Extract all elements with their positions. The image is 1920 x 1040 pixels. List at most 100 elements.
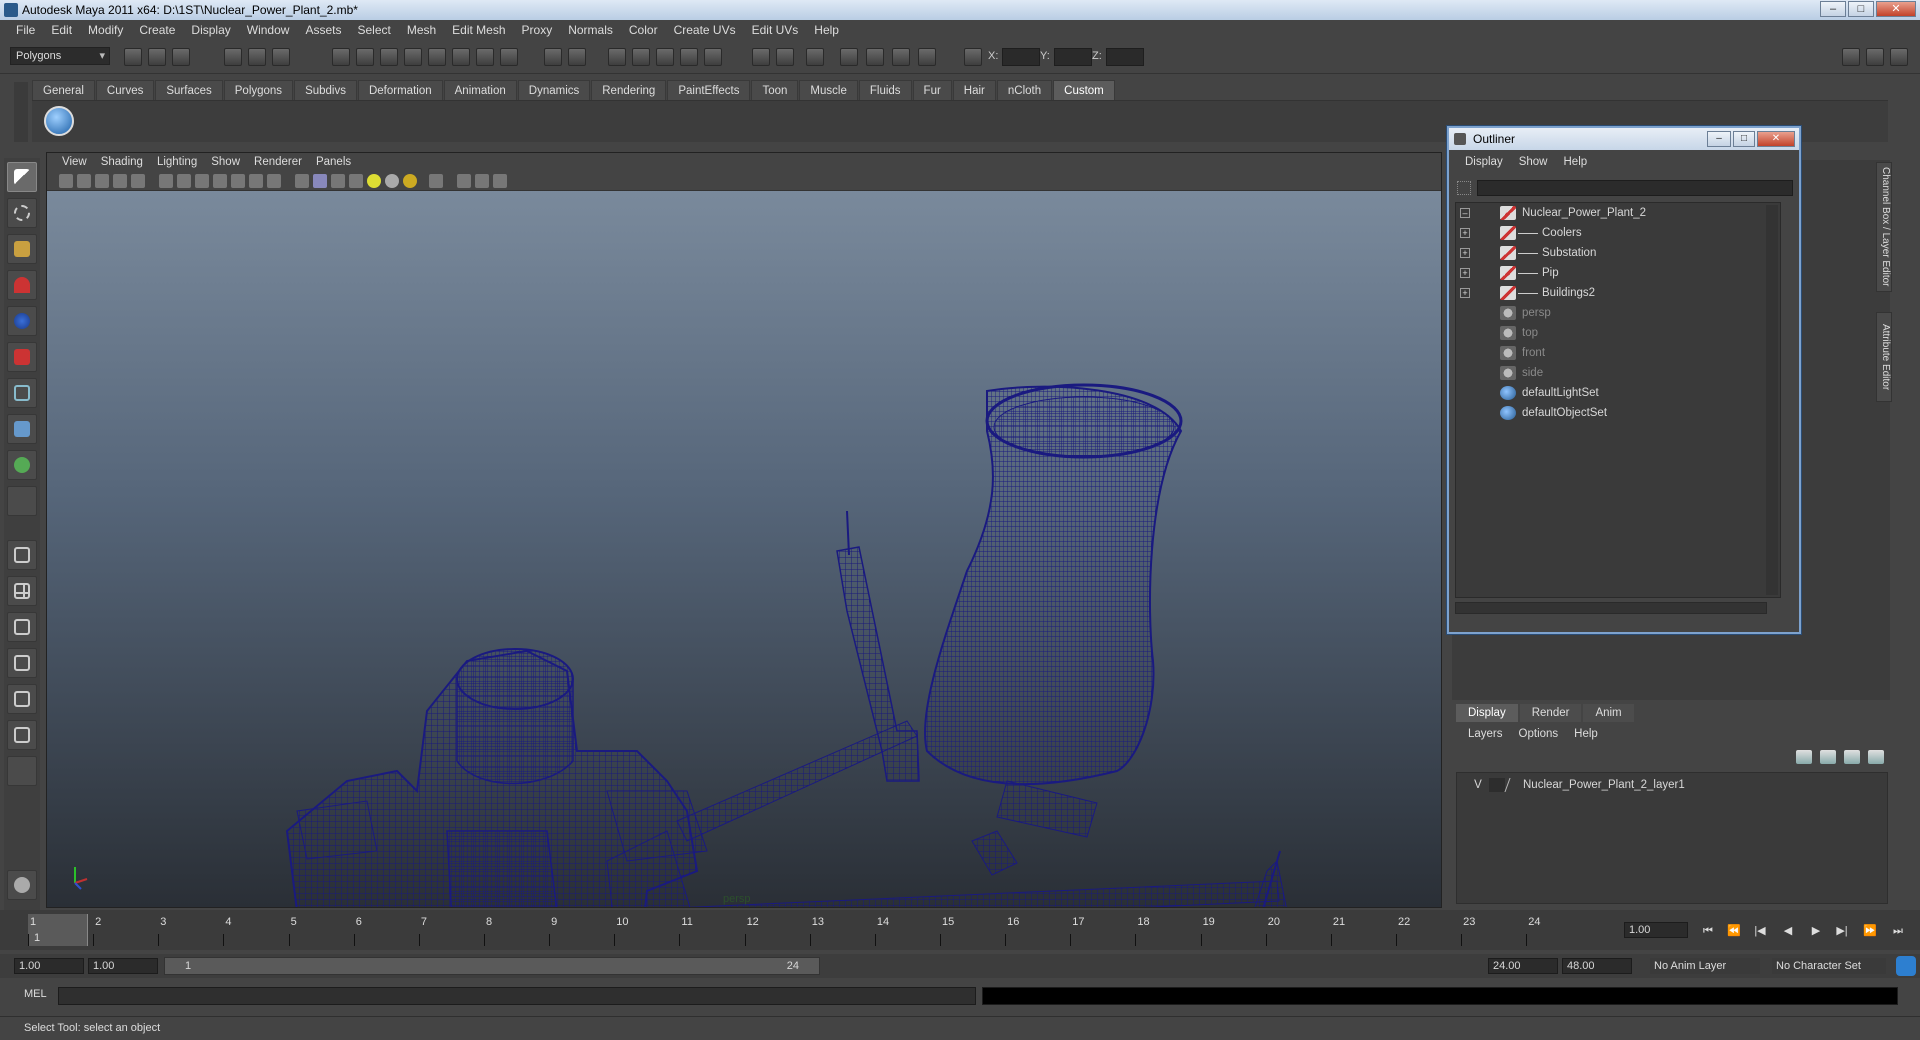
outliner-menu-show[interactable]: Show (1511, 156, 1556, 174)
layer-menu-help[interactable]: Help (1566, 728, 1606, 740)
viewport-menu-panels[interactable]: Panels (309, 156, 358, 168)
layer-row[interactable]: V Nuclear_Power_Plant_2_layer1 (1457, 775, 1887, 795)
collapse-toggle[interactable]: – (1460, 208, 1470, 218)
select-object-icon[interactable] (248, 48, 266, 66)
hud-icon[interactable] (493, 174, 507, 188)
menu-set-dropdown[interactable]: Polygons (10, 47, 110, 65)
xray-icon[interactable] (457, 174, 471, 188)
viewport-menu-show[interactable]: Show (204, 156, 247, 168)
ipr-render-icon[interactable] (892, 48, 910, 66)
textured-icon[interactable] (349, 174, 363, 188)
shelf-tab-muscle[interactable]: Muscle (799, 80, 858, 100)
shelf-tab-animation[interactable]: Animation (443, 80, 517, 100)
outliner-title-bar[interactable]: Outliner – □ ✕ (1449, 128, 1799, 150)
safe-action-icon[interactable] (249, 174, 263, 188)
step-back-frame-button[interactable]: |◀ (1752, 924, 1768, 938)
move-tool-icon[interactable] (7, 270, 37, 300)
absolute-transform-icon[interactable] (964, 48, 982, 66)
menu-select[interactable]: Select (349, 23, 398, 37)
expand-toggle[interactable]: + (1460, 268, 1470, 278)
two-d-pan-zoom-icon[interactable] (131, 174, 145, 188)
shelf-tab-fur[interactable]: Fur (912, 80, 952, 100)
play-forwards-button[interactable]: ▶ (1808, 924, 1824, 938)
layer-tab-render[interactable]: Render (1519, 704, 1582, 722)
menu-create-uvs[interactable]: Create UVs (666, 23, 744, 37)
collapse-toolbox-icon[interactable] (7, 756, 37, 786)
outliner-item[interactable]: top (1456, 323, 1766, 343)
menu-file[interactable]: File (8, 23, 43, 37)
current-time-field[interactable]: 1.00 (1624, 922, 1688, 938)
shadows-icon[interactable] (403, 174, 417, 188)
timeline-track[interactable]: 1 1 2 3 4 5 6 7 8 9 10 11 12 13 14 15 16 17 18 19 20 21 22 23 2… (24, 914, 1620, 946)
safe-title-icon[interactable] (267, 174, 281, 188)
move-layer-up-icon[interactable] (1796, 750, 1812, 764)
outliner-menu-display[interactable]: Display (1457, 156, 1511, 174)
snap-grid-icon[interactable] (608, 48, 626, 66)
viewport-menu-lighting[interactable]: Lighting (150, 156, 204, 168)
gate-mask-icon[interactable] (213, 174, 227, 188)
y-input[interactable] (1054, 48, 1092, 66)
move-layer-down-icon[interactable] (1820, 750, 1836, 764)
outliner-close-button[interactable]: ✕ (1757, 131, 1795, 147)
menu-mesh[interactable]: Mesh (399, 23, 444, 37)
menu-edit-mesh[interactable]: Edit Mesh (444, 23, 513, 37)
go-to-start-button[interactable]: ⏮ (1700, 924, 1716, 938)
input-ops-icon[interactable] (752, 48, 770, 66)
shelf-tab-general[interactable]: General (32, 80, 95, 100)
layer-visibility-toggle[interactable]: V (1469, 775, 1487, 795)
smooth-shade-icon[interactable] (313, 174, 327, 188)
film-gate-icon[interactable] (177, 174, 191, 188)
camera-attributes-icon[interactable] (77, 174, 91, 188)
command-input[interactable] (58, 987, 976, 1005)
hand-icon[interactable] (7, 870, 37, 900)
shelf-tab-hair[interactable]: Hair (952, 80, 996, 100)
hypershade-layout-icon[interactable] (7, 684, 37, 714)
outliner-item[interactable]: defaultLightSet (1456, 383, 1766, 403)
grid-icon[interactable] (159, 174, 173, 188)
layer-menu-options[interactable]: Options (1511, 728, 1567, 740)
layer-playback-toggle[interactable] (1489, 778, 1505, 792)
check-icon[interactable] (44, 106, 74, 136)
menu-create[interactable]: Create (131, 23, 183, 37)
snap-point-icon[interactable] (656, 48, 674, 66)
viewport-menu-renderer[interactable]: Renderer (247, 156, 309, 168)
shelf-tab-rendering[interactable]: Rendering (591, 80, 667, 100)
menu-edit-uvs[interactable]: Edit UVs (744, 23, 807, 37)
layer-tab-display[interactable]: Display (1456, 704, 1518, 722)
outliner-item[interactable]: persp (1456, 303, 1766, 323)
step-forward-key-button[interactable]: ⏩ (1862, 924, 1878, 938)
field-chart-icon[interactable] (231, 174, 245, 188)
shelf-grip[interactable] (14, 82, 28, 142)
outliner-maximize-button[interactable]: □ (1733, 131, 1755, 147)
expand-toggle[interactable]: + (1460, 228, 1470, 238)
wireframe-scene[interactable] (47, 191, 1442, 908)
menu-color[interactable]: Color (621, 23, 666, 37)
paint-select-tool-icon[interactable] (7, 234, 37, 264)
mel-label[interactable]: MEL (24, 988, 47, 1000)
auto-key-icon[interactable] (1896, 956, 1916, 976)
shelf-tab-fluids[interactable]: Fluids (858, 80, 912, 100)
new-scene-icon[interactable] (124, 48, 142, 66)
maximize-button[interactable]: □ (1848, 1, 1874, 17)
make-live-icon[interactable] (704, 48, 722, 66)
last-tool-icon[interactable] (7, 486, 37, 516)
graph-editor-layout-icon[interactable] (7, 720, 37, 750)
bookmarks-icon[interactable] (95, 174, 109, 188)
outliner-filter-icon[interactable] (1457, 181, 1471, 195)
step-back-key-button[interactable]: ⏪ (1726, 924, 1742, 938)
soft-modification-tool-icon[interactable] (7, 414, 37, 444)
z-input[interactable] (1106, 48, 1144, 66)
playback-start-field[interactable]: 1.00 (88, 958, 158, 974)
minimize-button[interactable]: – (1820, 1, 1846, 17)
menu-assets[interactable]: Assets (297, 23, 349, 37)
cooling-tower[interactable] (924, 383, 1183, 876)
menu-edit[interactable]: Edit (43, 23, 80, 37)
outliner-item[interactable]: front (1456, 343, 1766, 363)
render-settings-icon[interactable] (918, 48, 936, 66)
show-manipulator-tool-icon[interactable] (7, 450, 37, 480)
shelf-tab-surfaces[interactable]: Surfaces (155, 80, 223, 100)
menu-window[interactable]: Window (239, 23, 298, 37)
snap-curve-icon[interactable] (632, 48, 650, 66)
persp-graph-layout-icon[interactable] (7, 648, 37, 678)
select-component-icon[interactable] (272, 48, 290, 66)
